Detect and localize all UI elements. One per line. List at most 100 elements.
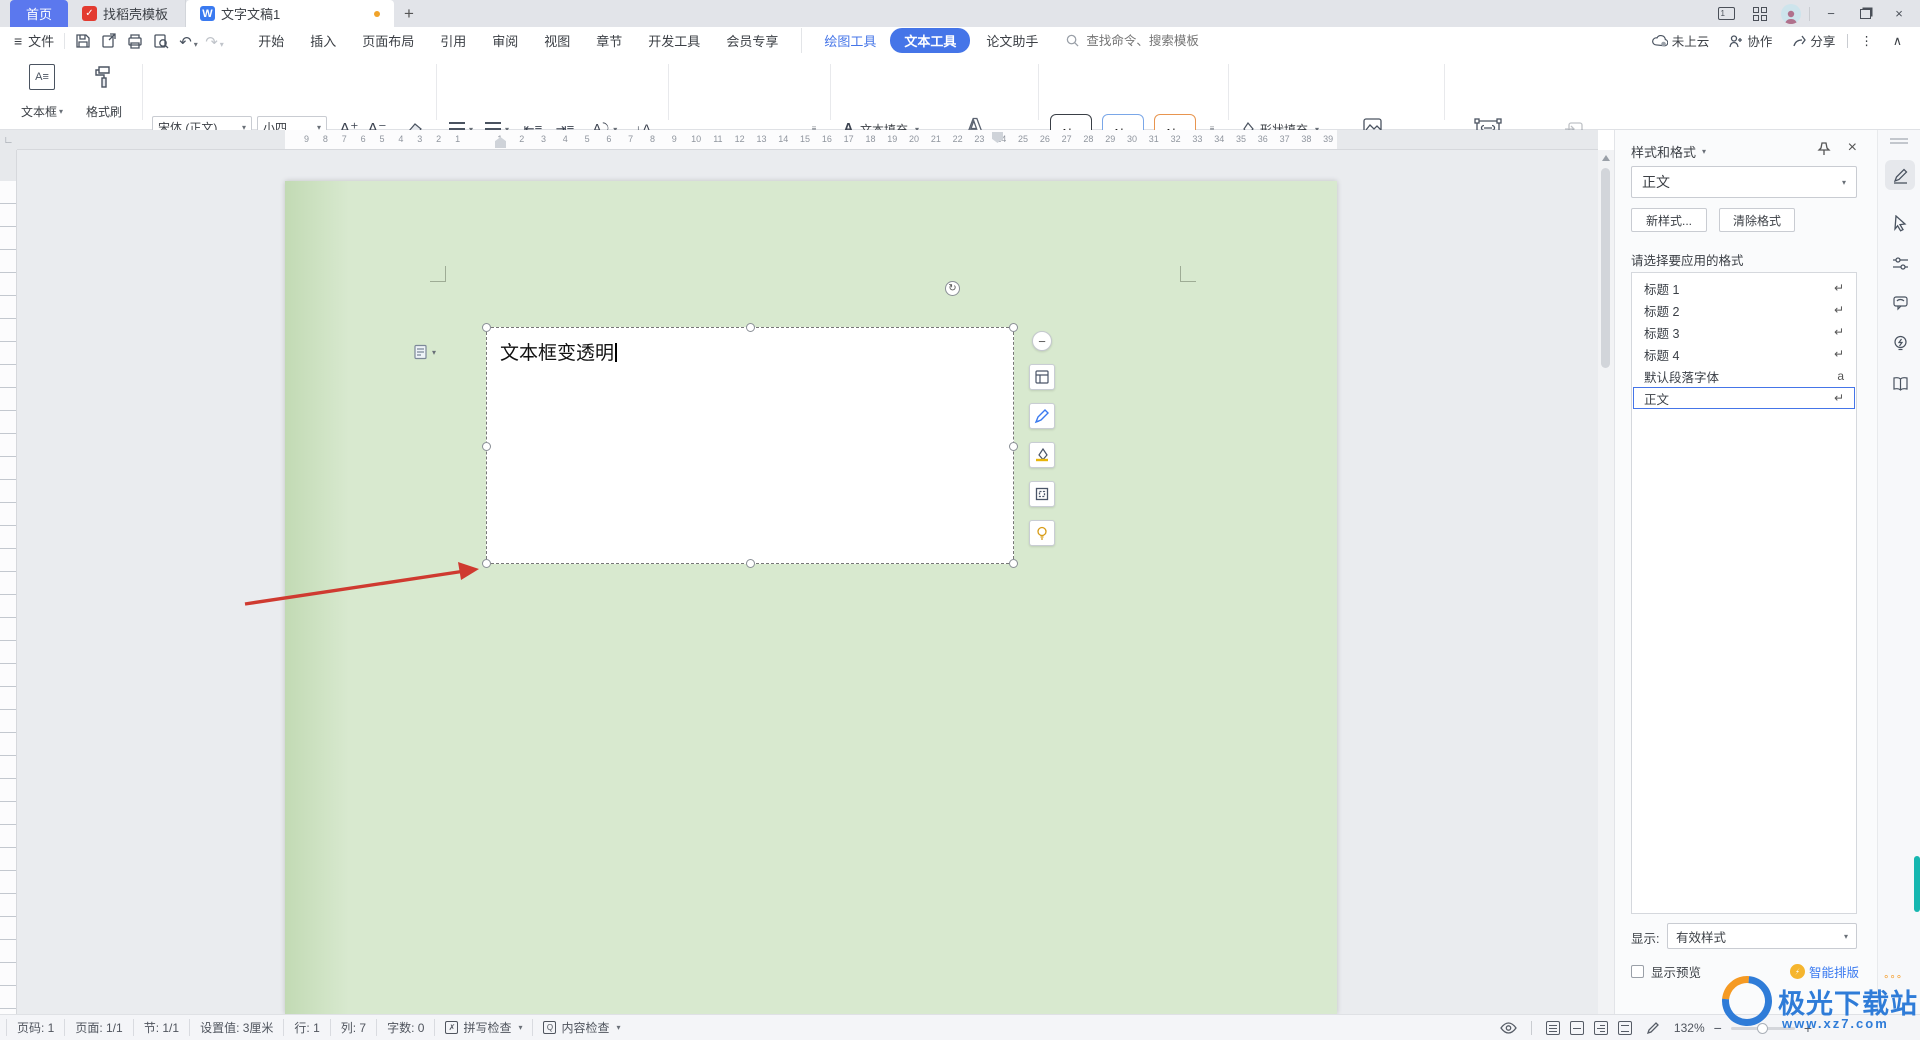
menu-item[interactable]: 视图 — [531, 27, 583, 54]
page-view-button[interactable] — [1546, 1021, 1560, 1035]
shape-fill-quick-button[interactable] — [1029, 442, 1055, 468]
tab-draw-tools[interactable]: 绘图工具 — [814, 31, 886, 50]
tab-docer[interactable]: ✓ 找稻壳模板 — [68, 0, 186, 27]
reading-notes-button[interactable] — [1885, 368, 1915, 398]
collapse-ribbon-button[interactable]: ∧ — [1885, 33, 1910, 48]
collaborate-button[interactable]: 协作 — [1721, 31, 1780, 50]
resize-handle-w[interactable] — [482, 442, 491, 451]
scroll-up-arrow[interactable] — [1602, 155, 1610, 161]
quick-tools-button[interactable] — [1885, 328, 1915, 358]
selection-pane-button[interactable] — [1885, 208, 1915, 238]
style-list-item[interactable]: 正文 ↵ — [1633, 387, 1855, 409]
show-preview-option[interactable]: 显示预览 — [1631, 962, 1701, 981]
outline-view-button[interactable] — [1594, 1021, 1608, 1035]
pin-panel-button[interactable] — [1817, 142, 1831, 156]
collapse-toolbar-button[interactable]: − — [1032, 331, 1052, 351]
tab-text-tools[interactable]: 文本工具 — [890, 28, 970, 53]
document-scrollbar[interactable] — [1598, 150, 1614, 1014]
redo-button[interactable]: ↷▾ — [205, 33, 221, 49]
hamburger-icon[interactable]: ≡ — [14, 33, 22, 49]
menu-item[interactable]: 页面布局 — [349, 27, 427, 54]
show-filter-select[interactable]: 有效样式▾ — [1667, 923, 1857, 949]
new-style-button[interactable]: 新样式... — [1631, 208, 1707, 232]
switch-ui-button[interactable]: 1 — [1713, 4, 1739, 24]
close-button[interactable]: × — [1886, 4, 1912, 24]
wrap-layout-button[interactable] — [1029, 364, 1055, 390]
style-list-item[interactable]: 标题 4 ↵ — [1633, 343, 1855, 365]
resize-handle-nw[interactable] — [482, 323, 491, 332]
save-button[interactable] — [75, 33, 91, 49]
tab-paper-assistant[interactable]: 论文助手 — [974, 31, 1050, 50]
menu-item[interactable]: 章节 — [583, 27, 635, 54]
style-list-item[interactable]: 标题 1 ↵ — [1633, 277, 1855, 299]
panel-title[interactable]: 样式和格式▾ — [1631, 142, 1706, 161]
print-button[interactable] — [127, 33, 143, 49]
style-list-item[interactable]: 标题 3 ↵ — [1633, 321, 1855, 343]
style-list-item[interactable]: 标题 2 ↵ — [1633, 299, 1855, 321]
scrollbar-thumb[interactable] — [1601, 168, 1610, 368]
layout-options-icon — [413, 344, 428, 360]
maximize-button[interactable] — [1852, 4, 1878, 24]
resize-handle-s[interactable] — [746, 559, 755, 568]
ruler-number: 7 — [620, 130, 642, 144]
tab-stop-selector[interactable]: ∟ — [0, 130, 17, 150]
current-style-value: 正文 — [1642, 172, 1670, 192]
styles-panel-toggle[interactable] — [1885, 160, 1915, 190]
document-canvas[interactable]: 文本框变透明 ↻ ▾ − — [17, 150, 1598, 1014]
ruler-right-numbers: 1234567891011121314151617181920212223242… — [489, 130, 1339, 144]
menu-file[interactable]: 文件 — [28, 31, 54, 50]
menu-item[interactable]: 审阅 — [479, 27, 531, 54]
search-input[interactable] — [1084, 33, 1234, 49]
current-style-select[interactable]: 正文▾ — [1631, 166, 1857, 198]
more-menu-button[interactable]: ⋮ — [1852, 33, 1881, 48]
tab-document[interactable]: W 文字文稿1 — [186, 0, 394, 27]
border-style-quick-button[interactable] — [1029, 481, 1055, 507]
insert-textbox-button[interactable]: A≡ 文本框▾ — [14, 60, 70, 124]
resize-handle-ne[interactable] — [1009, 323, 1018, 332]
undo-button[interactable]: ↶▾ — [179, 33, 195, 49]
layout-options-button[interactable]: ▾ — [413, 344, 436, 360]
rotate-handle[interactable]: ↻ — [945, 281, 960, 296]
selected-textbox[interactable]: 文本框变透明 ↻ — [486, 327, 1014, 564]
close-panel-button[interactable]: × — [1848, 139, 1857, 157]
print-preview-button[interactable] — [153, 33, 169, 49]
user-avatar[interactable] — [1781, 4, 1801, 24]
new-tab-button[interactable]: + — [394, 0, 424, 27]
zoom-out-button[interactable]: − — [1714, 1020, 1722, 1036]
format-painter-button[interactable]: 格式刷 — [76, 60, 132, 124]
tab-bar: 首页 ✓ 找稻壳模板 W 文字文稿1 + 1 − × — [0, 0, 1920, 27]
resize-handle-e[interactable] — [1009, 442, 1018, 451]
resize-handle-se[interactable] — [1009, 559, 1018, 568]
content-check-button[interactable]: Q 内容检查▾ — [532, 1019, 630, 1036]
clear-format-panel-button[interactable]: 清除格式 — [1719, 208, 1795, 232]
resize-handle-n[interactable] — [746, 323, 755, 332]
textbox-text[interactable]: 文本框变透明 — [500, 338, 617, 365]
menu-item[interactable]: 开始 — [245, 27, 297, 54]
format-tool-button[interactable] — [1885, 288, 1915, 318]
minimize-button[interactable]: − — [1818, 4, 1844, 24]
output-button[interactable] — [101, 33, 117, 49]
panel-drag-handle[interactable] — [1890, 138, 1908, 144]
menu-item[interactable]: 插入 — [297, 27, 349, 54]
show-preview-checkbox[interactable] — [1631, 965, 1644, 978]
menu-item[interactable]: 会员专享 — [713, 27, 791, 54]
menu-item[interactable]: 引用 — [427, 27, 479, 54]
horizontal-ruler[interactable]: 987654321 123456789101112131415161718192… — [17, 130, 1598, 150]
edit-mode-button[interactable] — [1646, 1021, 1660, 1035]
cloud-status[interactable]: 未上云 — [1644, 31, 1718, 50]
vertical-ruler[interactable] — [0, 150, 17, 1014]
apps-grid-button[interactable] — [1747, 4, 1773, 24]
fullscreen-view-button[interactable] — [1570, 1021, 1584, 1035]
web-view-button[interactable] — [1618, 1021, 1632, 1035]
property-settings-button[interactable] — [1885, 248, 1915, 278]
hide-toolbar-eye-button[interactable] — [1500, 1022, 1517, 1034]
share-button[interactable]: 分享 — [1784, 31, 1843, 50]
style-suggestion-button[interactable] — [1029, 520, 1055, 546]
spellcheck-button[interactable]: ✗ 拼写检查▾ — [434, 1019, 532, 1036]
edit-points-button[interactable] — [1029, 403, 1055, 429]
menu-item[interactable]: 开发工具 — [635, 27, 713, 54]
tab-home[interactable]: 首页 — [10, 0, 68, 27]
command-search[interactable] — [1066, 33, 1234, 49]
zoom-percent[interactable]: 132% — [1674, 1021, 1705, 1035]
style-list-item[interactable]: 默认段落字体 a — [1633, 365, 1855, 387]
